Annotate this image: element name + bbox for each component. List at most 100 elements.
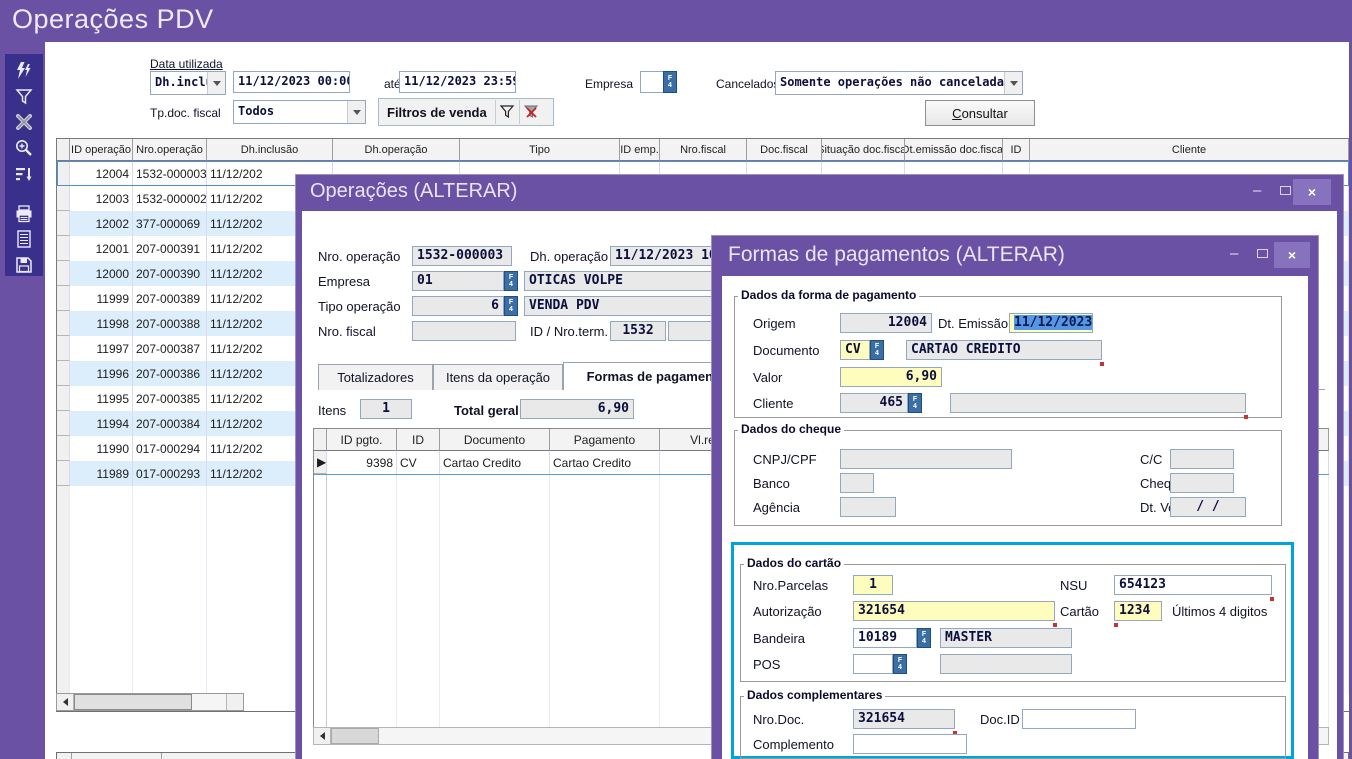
close-button[interactable]: × <box>1293 179 1331 205</box>
empresa-input[interactable] <box>640 71 664 93</box>
id-term-field[interactable]: 1532 <box>610 321 666 341</box>
valor-field[interactable]: 6,90 <box>840 367 942 387</box>
col-nro-operacao[interactable]: Nro.operação <box>133 139 207 161</box>
pos-f4-button[interactable]: F4 <box>893 654 907 674</box>
chevron-down-icon[interactable] <box>207 72 225 94</box>
tp-doc-fiscal-combobox[interactable]: Todos <box>233 100 366 124</box>
documento-label: Documento <box>753 343 819 358</box>
scrollbar-thumb[interactable] <box>74 694 192 710</box>
table-hscrollbar[interactable] <box>56 693 244 711</box>
filter-button[interactable] <box>12 86 36 108</box>
scroll-right-arrow-icon[interactable] <box>226 694 243 710</box>
dh-operacao-field[interactable]: 11/12/2023 10: <box>610 246 716 266</box>
documento-f4-button[interactable]: F4 <box>870 340 884 360</box>
scroll-left-arrow-icon[interactable] <box>314 728 331 744</box>
filtros-venda-filter-button[interactable] <box>495 100 519 124</box>
scrollbar-thumb[interactable] <box>331 728 379 744</box>
col-id-operacao[interactable]: ID operação <box>70 139 133 161</box>
bandeira-cod-field[interactable]: 10189 <box>853 628 917 648</box>
clear-filter-x-icon <box>14 112 34 132</box>
data-ate-input[interactable]: 11/12/2023 23:59:59 <box>399 71 516 93</box>
chevron-down-icon[interactable] <box>1004 72 1022 94</box>
nsu-field[interactable]: 654123 <box>1114 575 1272 595</box>
zoom-button[interactable] <box>12 137 36 159</box>
minimize-button[interactable]: – <box>1230 246 1238 261</box>
sort-button[interactable] <box>12 163 36 185</box>
col-doc-fiscal[interactable]: Doc.fiscal <box>747 139 822 161</box>
empresa-f4-button[interactable]: F4 <box>504 271 518 291</box>
nro-fiscal-field[interactable] <box>412 321 516 341</box>
col-id[interactable]: ID <box>397 429 440 451</box>
empresa-cod-field[interactable]: 01 <box>412 271 504 291</box>
col-id[interactable]: ID <box>1003 139 1030 161</box>
col-nro-fiscal[interactable]: Nro.fiscal <box>660 139 747 161</box>
nro-doc-field[interactable]: 321654 <box>853 709 955 729</box>
doc-id-field[interactable] <box>1022 709 1136 729</box>
required-field-dot <box>1114 623 1118 627</box>
nro-term-field[interactable] <box>668 321 716 341</box>
cc-label: C/C <box>1140 452 1162 467</box>
nro-operacao-field[interactable]: 1532-000003 <box>412 246 512 266</box>
pos-field[interactable] <box>853 654 893 674</box>
tipo-operacao-f4-button[interactable]: F4 <box>504 296 518 316</box>
tipo-operacao-cod-field[interactable]: 6 <box>412 296 504 316</box>
cancelados-combobox[interactable]: Somente operações não canceladas <box>775 71 1023 95</box>
dt-vencimento-field[interactable]: / / <box>1170 497 1246 517</box>
cheque-field[interactable] <box>1170 473 1234 493</box>
cliente-f4-button[interactable]: F4 <box>908 393 922 413</box>
col-tipo[interactable]: Tipo <box>460 139 620 161</box>
col-id-pgto[interactable]: ID pgto. <box>327 429 397 451</box>
maximize-button[interactable] <box>1257 249 1268 258</box>
cartao-digitos-field[interactable]: 1234 <box>1114 601 1162 621</box>
autorizacao-field[interactable]: 321654 <box>853 601 1055 621</box>
printer-icon <box>14 204 34 224</box>
nro-operacao-label: Nro. operação <box>318 249 400 264</box>
data-de-input[interactable]: 11/12/2023 00:00:00 <box>233 71 350 93</box>
col-situacao-doc-fiscal[interactable]: Situação doc.fiscal <box>822 139 905 161</box>
cliente-cod-field[interactable]: 465 <box>840 393 908 413</box>
close-button[interactable]: × <box>1274 242 1310 268</box>
col-dt-emissao-doc-fiscal[interactable]: Dt.emissão doc.fiscal <box>905 139 1003 161</box>
col-id-emp[interactable]: ID emp. <box>620 139 660 161</box>
funnel-red-x-icon <box>523 104 539 120</box>
formas-pagamentos-dialog: Formas de pagamentos (ALTERAR) – × Dados… <box>712 236 1318 759</box>
minimize-button[interactable]: – <box>1253 183 1261 198</box>
campo-data-combobox[interactable]: Dh.inclusão <box>150 71 226 95</box>
report-button[interactable] <box>12 229 36 251</box>
empresa-f4-button[interactable]: F4 <box>663 71 677 93</box>
col-cliente[interactable]: Cliente <box>1030 139 1349 161</box>
print-button[interactable] <box>12 203 36 225</box>
bandeira-f4-button[interactable]: F4 <box>917 628 931 648</box>
scroll-left-arrow-icon[interactable] <box>57 694 74 710</box>
cliente-label: Cliente <box>753 396 793 411</box>
limpar-filtros-button[interactable] <box>519 100 543 124</box>
complemento-field[interactable] <box>853 734 967 754</box>
nro-parcelas-field[interactable]: 1 <box>853 575 893 595</box>
dialog-title: Operações (ALTERAR) <box>310 180 517 203</box>
cnpj-cpf-label: CNPJ/CPF <box>753 452 817 467</box>
chevron-down-icon[interactable] <box>347 101 365 123</box>
dt-emissao-field[interactable]: 11/12/2023 <box>1009 313 1093 333</box>
maximize-button[interactable] <box>1280 186 1291 195</box>
nro-doc-label: Nro.Doc. <box>753 712 804 727</box>
agencia-field[interactable] <box>840 497 896 517</box>
refresh-button[interactable] <box>12 60 36 82</box>
tipo-operacao-label: Tipo operação <box>318 299 401 314</box>
tab-totalizadores[interactable]: Totalizadores <box>318 364 433 390</box>
nsu-label: NSU <box>1060 578 1087 593</box>
col-pagamento[interactable]: Pagamento <box>550 429 660 451</box>
col-documento[interactable]: Documento <box>440 429 550 451</box>
clear-filter-button[interactable] <box>12 112 36 134</box>
col-dh-operacao[interactable]: Dh.operação <box>333 139 460 161</box>
save-floppy-icon <box>14 255 34 275</box>
documento-cod-field[interactable]: CV <box>840 340 870 360</box>
cc-field[interactable] <box>1170 449 1234 469</box>
save-button[interactable] <box>12 254 36 276</box>
cnpj-cpf-field[interactable] <box>840 449 1012 469</box>
banco-field[interactable] <box>840 473 874 493</box>
consultar-button[interactable]: Consultar <box>925 100 1035 126</box>
dialog-client-area: Dados da forma de pagamento Origem 12004… <box>722 276 1308 759</box>
tab-itens-da-operacao[interactable]: Itens da operação <box>433 364 563 390</box>
col-dh-inclusao[interactable]: Dh.inclusão <box>207 139 333 161</box>
ultimos-digitos-label: Últimos 4 digitos <box>1172 604 1267 619</box>
